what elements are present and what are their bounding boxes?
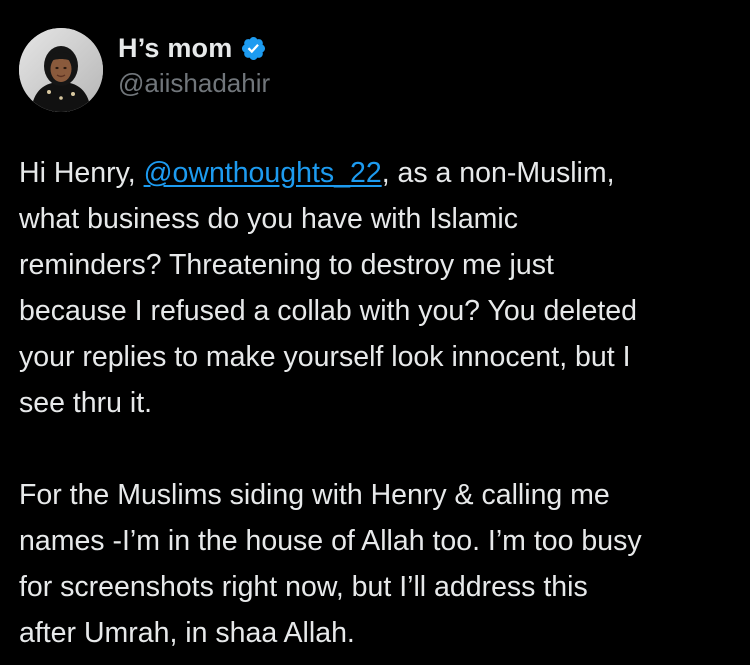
paragraph-1: Hi Henry, @ownthoughts_22, as a non-Musl… — [19, 150, 734, 426]
avatar[interactable] — [19, 28, 103, 112]
text-line: For the Muslims siding with Henry & call… — [19, 479, 610, 511]
name-row: H’s mom — [118, 30, 270, 66]
text-line: see thru it. — [19, 387, 153, 419]
text-line: because I refused a collab with you? You… — [19, 295, 637, 327]
text-line: names -I’m in the house of Allah too. I’… — [19, 525, 642, 557]
text-line: for screenshots right now, but I’ll addr… — [19, 571, 588, 603]
handle[interactable]: @aiishadahir — [118, 68, 270, 99]
author-block: H’s mom @aiishadahir — [118, 30, 270, 99]
tweet-text: Hi Henry, @ownthoughts_22, as a non-Musl… — [19, 150, 734, 656]
text-line: your replies to make yourself look innoc… — [19, 341, 631, 373]
verified-badge-icon — [240, 35, 267, 62]
mention-link[interactable]: @ownthoughts_22 — [144, 157, 382, 189]
text-segment: , as a non-Muslim, — [381, 157, 615, 189]
text-segment: Hi Henry, — [19, 157, 144, 189]
text-line: what business do you have with Islamic — [19, 203, 519, 235]
tweet-card: H’s mom @aiishadahir Hi Henry, @ownthoug… — [0, 0, 750, 665]
text-line: after Umrah, in shaa Allah. — [19, 617, 355, 649]
paragraph-2: For the Muslims siding with Henry & call… — [19, 472, 734, 656]
text-line: Hi Henry, @ownthoughts_22, as a non-Musl… — [19, 150, 734, 196]
display-name[interactable]: H’s mom — [118, 33, 232, 64]
text-line: reminders? Threatening to destroy me jus… — [19, 249, 554, 281]
avatar-photo — [19, 28, 103, 112]
